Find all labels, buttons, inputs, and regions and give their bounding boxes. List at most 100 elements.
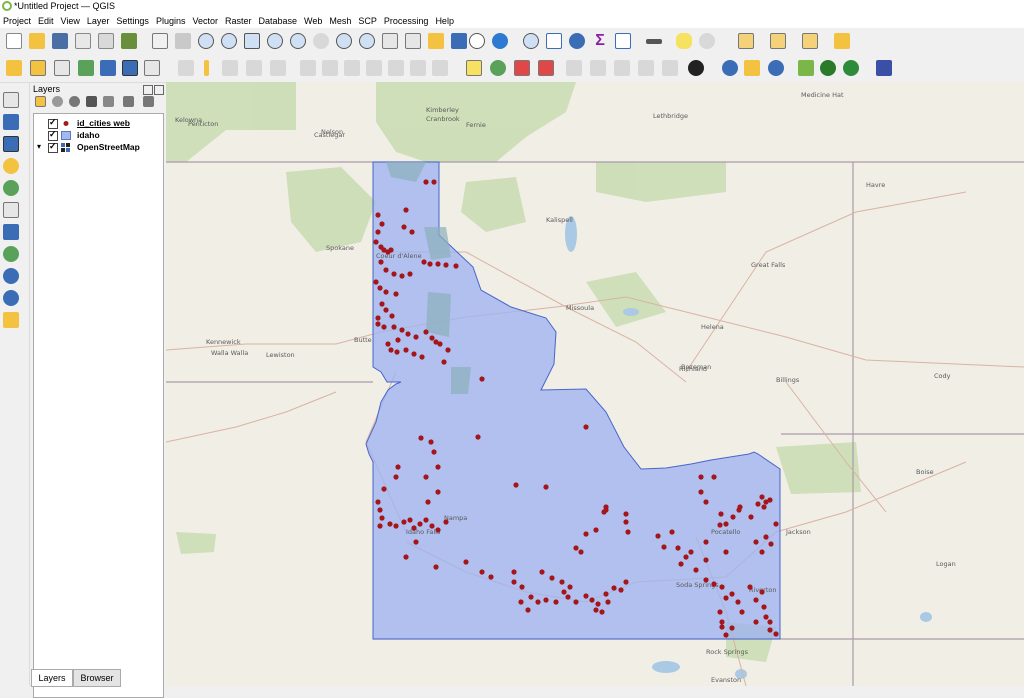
add-feature-icon[interactable] <box>246 60 262 76</box>
city-point[interactable] <box>737 504 743 510</box>
city-point[interactable] <box>419 354 425 360</box>
zoom-native-icon[interactable] <box>313 33 329 49</box>
city-point[interactable] <box>443 519 449 525</box>
city-point[interactable] <box>445 347 451 353</box>
city-point[interactable] <box>383 289 389 295</box>
city-point[interactable] <box>383 267 389 273</box>
new-print-layout-icon[interactable] <box>75 33 91 49</box>
city-point[interactable] <box>513 482 519 488</box>
city-point[interactable] <box>423 179 429 185</box>
filter-legend-icon[interactable] <box>86 96 97 107</box>
city-point[interactable] <box>394 349 400 355</box>
save-project-icon[interactable] <box>52 33 68 49</box>
city-point[interactable] <box>407 271 413 277</box>
menu-mesh[interactable]: Mesh <box>326 14 355 28</box>
city-point[interactable] <box>441 359 447 365</box>
city-point[interactable] <box>688 549 694 555</box>
city-point[interactable] <box>433 564 439 570</box>
city-point[interactable] <box>623 519 629 525</box>
city-point[interactable] <box>375 499 381 505</box>
city-point[interactable] <box>625 529 631 535</box>
city-point[interactable] <box>730 514 736 520</box>
city-point[interactable] <box>719 619 725 625</box>
city-point[interactable] <box>553 599 559 605</box>
menu-database[interactable]: Database <box>256 14 302 28</box>
city-point[interactable] <box>719 584 725 590</box>
city-point[interactable] <box>698 489 704 495</box>
city-point[interactable] <box>399 273 405 279</box>
digitize-icon[interactable] <box>78 60 94 76</box>
zoom-next-icon[interactable] <box>359 33 375 49</box>
city-point[interactable] <box>703 499 709 505</box>
city-point[interactable] <box>655 533 661 539</box>
city-point[interactable] <box>429 335 435 341</box>
delete-selected-icon[interactable] <box>300 60 316 76</box>
city-point[interactable] <box>583 531 589 537</box>
city-point[interactable] <box>573 545 579 551</box>
redo-arrow-icon[interactable] <box>432 60 448 76</box>
redo-icon[interactable] <box>410 60 426 76</box>
city-point[interactable] <box>703 539 709 545</box>
city-point[interactable] <box>431 449 437 455</box>
add-delimited-icon[interactable] <box>3 158 19 174</box>
city-point[interactable] <box>388 347 394 353</box>
city-point[interactable] <box>413 334 419 340</box>
city-point[interactable] <box>399 327 405 333</box>
city-point[interactable] <box>717 522 723 528</box>
rotate-label-icon[interactable] <box>590 60 606 76</box>
show-hide-labels-icon[interactable] <box>638 60 654 76</box>
add-wcs-icon[interactable] <box>3 290 19 306</box>
city-point[interactable] <box>678 561 684 567</box>
city-point[interactable] <box>717 609 723 615</box>
city-point[interactable] <box>403 207 409 213</box>
city-point[interactable] <box>479 569 485 575</box>
close-panel-icon[interactable] <box>154 85 164 95</box>
tab-browser[interactable]: Browser <box>73 669 121 687</box>
add-delimited-text-icon[interactable] <box>144 60 160 76</box>
expand-arrow-icon[interactable]: ▾ <box>37 142 41 151</box>
menu-raster[interactable]: Raster <box>222 14 256 28</box>
city-point[interactable] <box>593 527 599 533</box>
city-point[interactable] <box>567 584 573 590</box>
city-point[interactable] <box>379 301 385 307</box>
menu-web[interactable]: Web <box>301 14 326 28</box>
city-point[interactable] <box>425 499 431 505</box>
pin-labels-icon[interactable] <box>514 60 530 76</box>
add-wms-icon[interactable] <box>3 246 19 262</box>
city-point[interactable] <box>763 534 769 540</box>
city-point[interactable] <box>383 307 389 313</box>
city-point[interactable] <box>443 262 449 268</box>
zoom-full-icon[interactable] <box>244 33 260 49</box>
scp-input-icon[interactable] <box>798 60 814 76</box>
menu-vector[interactable]: Vector <box>189 14 222 28</box>
city-point[interactable] <box>393 474 399 480</box>
menu-help[interactable]: Help <box>432 14 458 28</box>
menu-edit[interactable]: Edit <box>35 14 58 28</box>
new-layer-icon[interactable] <box>3 312 19 328</box>
city-point[interactable] <box>528 594 534 600</box>
city-point[interactable] <box>611 585 617 591</box>
city-point[interactable] <box>405 331 411 337</box>
city-point[interactable] <box>767 619 773 625</box>
city-point[interactable] <box>395 337 401 343</box>
tab-layers[interactable]: Layers <box>31 669 73 687</box>
city-point[interactable] <box>423 517 429 523</box>
menu-processing[interactable]: Processing <box>381 14 433 28</box>
city-point[interactable] <box>401 224 407 230</box>
city-point[interactable] <box>755 501 761 507</box>
python-console-icon[interactable] <box>722 60 738 76</box>
city-point[interactable] <box>403 554 409 560</box>
scp-info-icon[interactable] <box>820 60 836 76</box>
city-point[interactable] <box>759 589 765 595</box>
city-point[interactable] <box>418 435 424 441</box>
city-point[interactable] <box>759 494 765 500</box>
city-point[interactable] <box>543 484 549 490</box>
city-point[interactable] <box>543 597 549 603</box>
processing-toolbox-icon[interactable] <box>834 33 850 49</box>
add-vector-icon[interactable] <box>3 92 19 108</box>
add-raster-icon[interactable] <box>3 114 19 130</box>
city-point[interactable] <box>423 329 429 335</box>
city-point[interactable] <box>698 474 704 480</box>
city-point[interactable] <box>435 489 441 495</box>
city-point[interactable] <box>703 577 709 583</box>
